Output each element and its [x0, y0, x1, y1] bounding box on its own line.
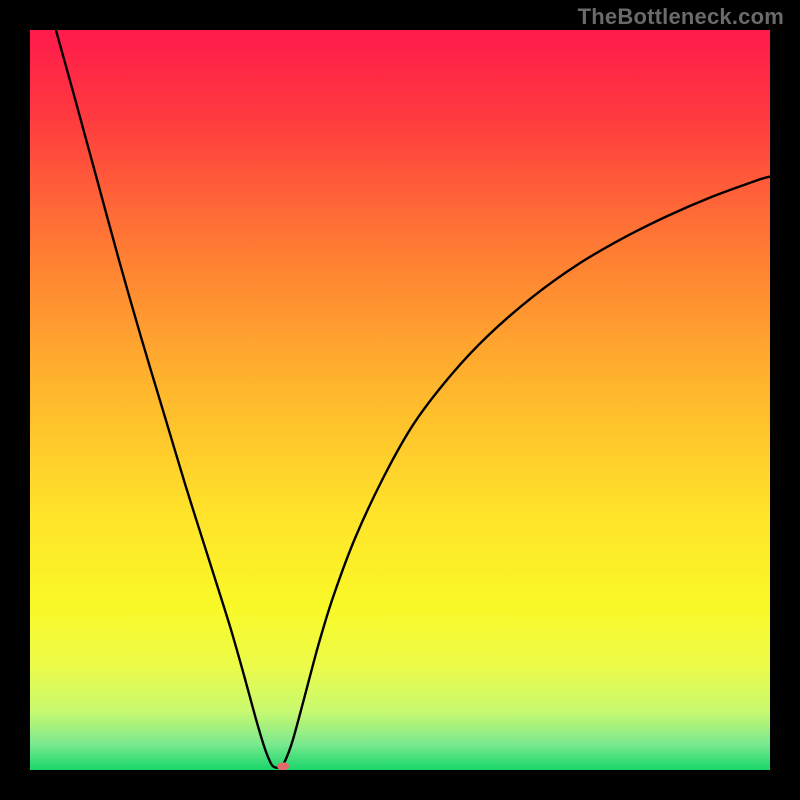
minimum-marker [277, 762, 289, 770]
plot-background [30, 30, 770, 770]
bottleneck-chart [30, 30, 770, 770]
watermark-text: TheBottleneck.com [578, 4, 784, 30]
chart-frame: TheBottleneck.com [0, 0, 800, 800]
